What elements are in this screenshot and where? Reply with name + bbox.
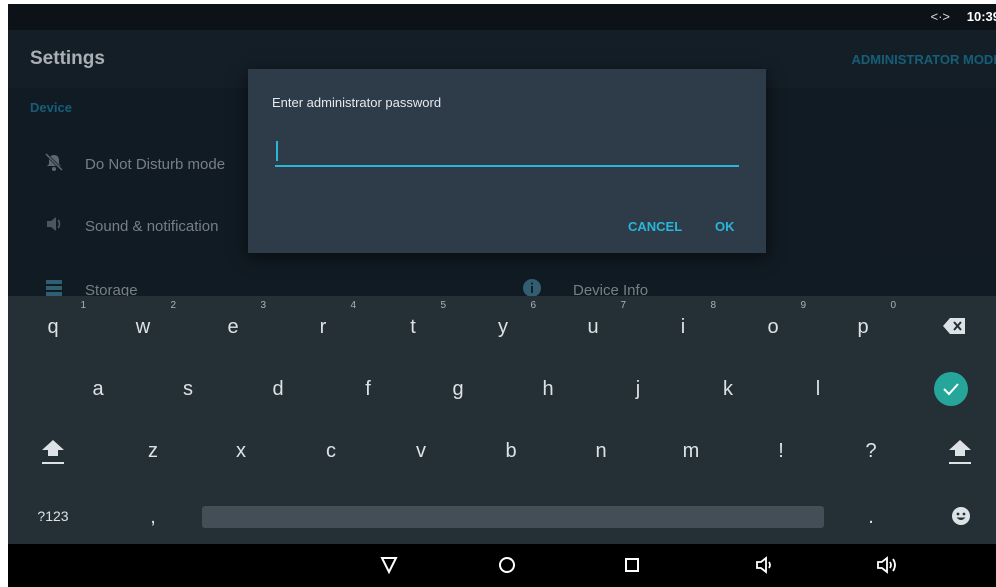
key-x[interactable]: x (196, 420, 286, 482)
key-m[interactable]: m (646, 420, 736, 482)
key-u[interactable]: 7u (548, 296, 638, 358)
key-g[interactable]: g (413, 358, 503, 420)
key-d[interactable]: d (233, 358, 323, 420)
shift-key-right[interactable] (908, 420, 996, 482)
key-j[interactable]: j (593, 358, 683, 420)
soft-keyboard: 1q 2w 3e 4r 5t 6y 7u 8i 9o 0p a s d f g … (8, 296, 996, 544)
text-cursor (276, 141, 278, 161)
key-c[interactable]: c (286, 420, 376, 482)
key-e[interactable]: 3e (188, 296, 278, 358)
symbols-key[interactable]: ?123 (8, 492, 98, 542)
android-screen: <·> 10:39 Settings ADMINISTRATOR MODE De… (8, 4, 996, 587)
space-bar[interactable] (202, 506, 824, 528)
key-n[interactable]: n (556, 420, 646, 482)
key-w[interactable]: 2w (98, 296, 188, 358)
key-exclamation[interactable]: ! (736, 420, 826, 482)
status-bar: <·> 10:39 (8, 4, 996, 30)
navigation-bar (8, 544, 996, 587)
password-dialog: Enter administrator password CANCEL OK (248, 69, 766, 253)
key-l[interactable]: l (773, 358, 863, 420)
swap-arrows-icon: <·> (930, 9, 950, 24)
key-a[interactable]: a (53, 358, 143, 420)
key-v[interactable]: v (376, 420, 466, 482)
key-r[interactable]: 4r (278, 296, 368, 358)
back-icon[interactable] (369, 550, 409, 580)
shift-icon (949, 440, 971, 464)
key-t[interactable]: 5t (368, 296, 458, 358)
key-o[interactable]: 9o (728, 296, 818, 358)
backspace-key[interactable] (908, 296, 996, 358)
key-comma[interactable]: , (108, 492, 198, 542)
status-time: 10:39 (966, 9, 996, 24)
key-k[interactable]: k (683, 358, 773, 420)
key-y[interactable]: 6y (458, 296, 548, 358)
ok-button[interactable]: OK (715, 219, 735, 234)
password-input[interactable] (275, 139, 739, 167)
enter-key[interactable] (908, 358, 996, 420)
emoji-icon (952, 507, 970, 525)
shift-key-left[interactable] (8, 420, 98, 482)
volume-up-icon[interactable] (869, 550, 909, 580)
cancel-button[interactable]: CANCEL (628, 219, 682, 234)
key-h[interactable]: h (503, 358, 593, 420)
shift-icon (42, 440, 64, 464)
key-q[interactable]: 1q (8, 296, 98, 358)
key-i[interactable]: 8i (638, 296, 728, 358)
key-s[interactable]: s (143, 358, 233, 420)
home-icon[interactable] (487, 550, 527, 580)
emoji-key[interactable] (908, 492, 996, 542)
key-f[interactable]: f (323, 358, 413, 420)
key-z[interactable]: z (108, 420, 198, 482)
key-p[interactable]: 0p (818, 296, 908, 358)
dialog-title: Enter administrator password (272, 95, 442, 110)
volume-down-icon[interactable] (746, 550, 786, 580)
checkmark-icon (934, 372, 968, 406)
key-question[interactable]: ? (826, 420, 916, 482)
backspace-icon (943, 318, 965, 334)
key-period[interactable]: . (826, 492, 916, 542)
recents-icon[interactable] (612, 550, 652, 580)
key-b[interactable]: b (466, 420, 556, 482)
